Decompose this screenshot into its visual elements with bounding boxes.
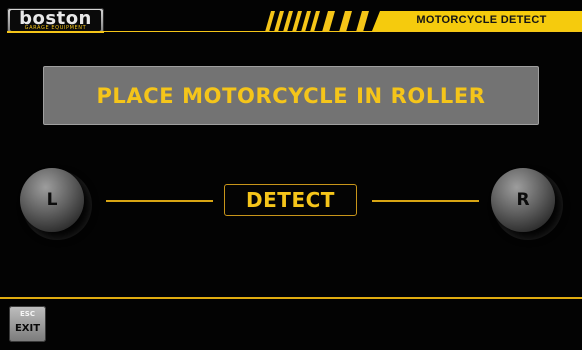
logo-underline bbox=[7, 31, 104, 33]
instruction-panel: PLACE MOTORCYCLE IN ROLLER bbox=[43, 66, 539, 125]
screen-title: MOTORCYCLE DETECT bbox=[416, 14, 547, 26]
boston-logo: boston GARAGE EQUIPMENT bbox=[7, 8, 104, 33]
exit-button[interactable]: ESC EXIT bbox=[9, 306, 46, 342]
logo-plate: boston GARAGE EQUIPMENT bbox=[10, 10, 101, 31]
instruction-text: PLACE MOTORCYCLE IN ROLLER bbox=[96, 83, 486, 108]
exit-label: EXIT bbox=[14, 323, 41, 334]
detect-button[interactable]: DETECT bbox=[224, 184, 357, 216]
footer-divider bbox=[0, 297, 582, 299]
screen-title-banner: MOTORCYCLE DETECT bbox=[372, 11, 582, 31]
left-roller-label: L bbox=[46, 190, 58, 210]
exit-key-hint: ESC bbox=[20, 310, 35, 318]
right-roller-label: R bbox=[516, 190, 530, 210]
right-connector-line bbox=[372, 200, 479, 202]
left-roller-button[interactable]: L bbox=[20, 168, 92, 240]
hazard-stripes bbox=[265, 11, 369, 32]
detect-label: DETECT bbox=[246, 188, 335, 212]
top-bar: boston GARAGE EQUIPMENT MOTORCYCLE DETEC… bbox=[0, 0, 582, 36]
right-roller-button[interactable]: R bbox=[491, 168, 563, 240]
left-connector-line bbox=[106, 200, 213, 202]
